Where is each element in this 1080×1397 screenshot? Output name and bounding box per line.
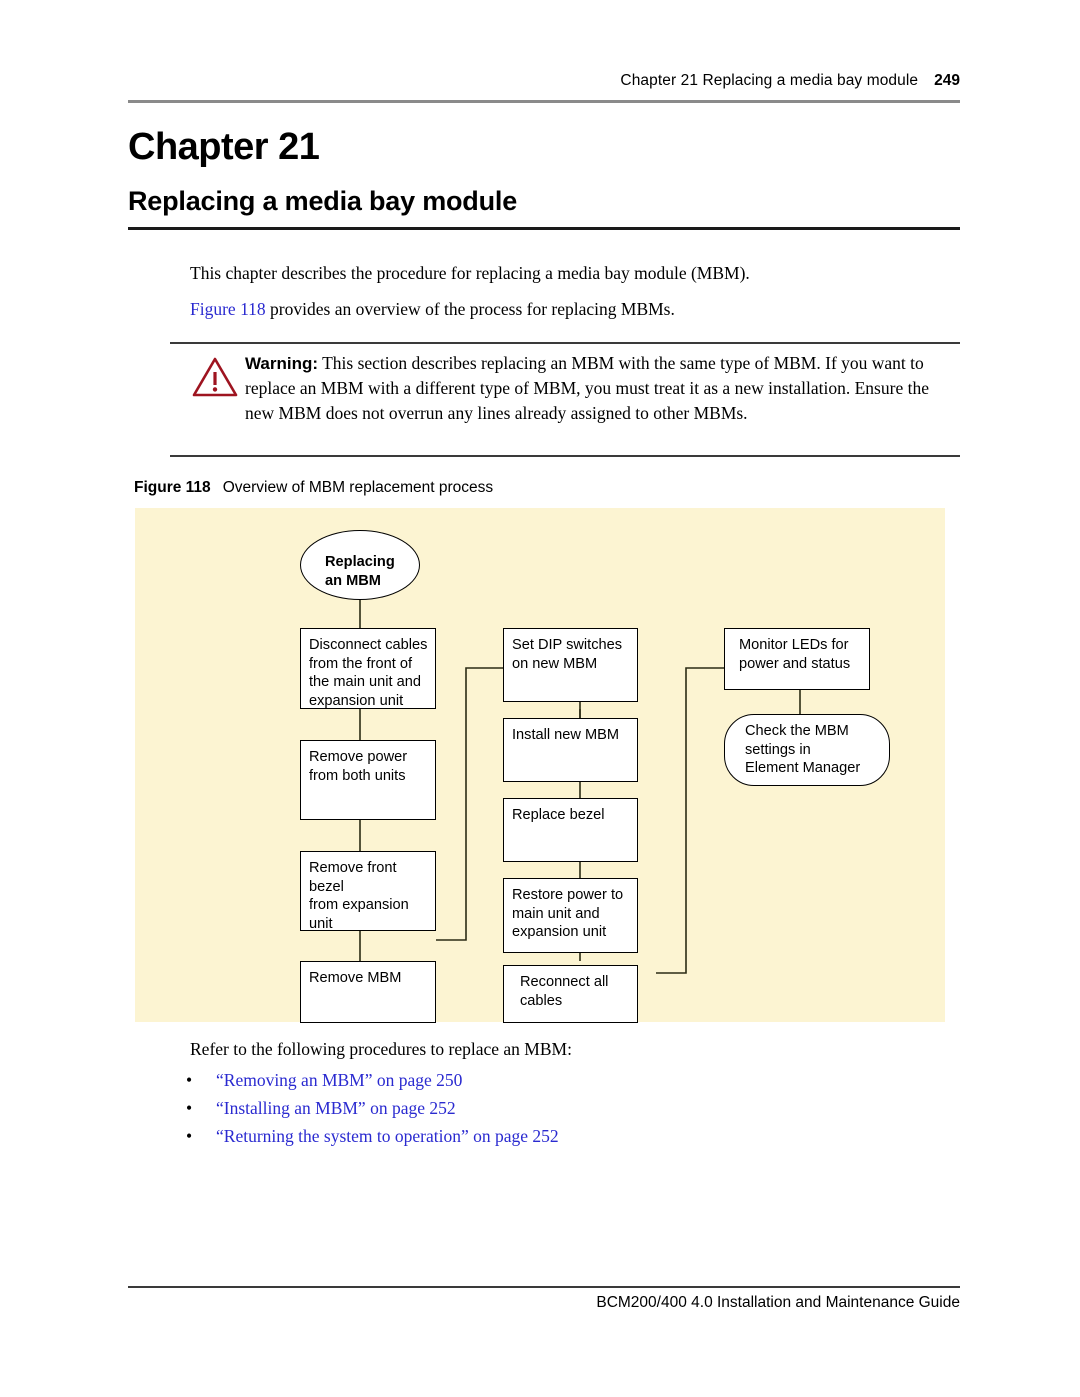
intro-paragraph-2-rest: provides an overview of the process for … — [265, 299, 675, 319]
warning-bottom-rule — [170, 455, 960, 457]
figure-caption: Figure 118 Overview of MBM replacement pr… — [134, 479, 493, 497]
flow-node-disconnect-cables[interactable]: Disconnect cables from the front of the … — [300, 628, 436, 709]
list-item[interactable]: • “Removing an MBM” on page 250 — [186, 1070, 956, 1091]
flow-node-set-dip-switches[interactable]: Set DIP switches on new MBM — [503, 628, 638, 702]
bullet-dot-icon: • — [186, 1070, 193, 1090]
figure-caption-text: Overview of MBM replacement process — [222, 479, 494, 496]
procedure-link-returning-system-to-operation[interactable]: “Returning the system to operation” on p… — [216, 1126, 559, 1146]
list-item[interactable]: • “Returning the system to operation” on … — [186, 1126, 956, 1147]
flow-node-reconnect-cables[interactable]: Reconnect all cables — [503, 965, 638, 1023]
warning-triangle-icon — [192, 356, 238, 398]
page-footer: BCM200/400 4.0 Installation and Maintena… — [596, 1294, 960, 1311]
flow-node-remove-front-bezel[interactable]: Remove front bezel from expansion unit — [300, 851, 436, 932]
flow-node-restore-power[interactable]: Restore power to main unit and expansion… — [503, 878, 638, 953]
warning-label: Warning: — [245, 354, 319, 373]
running-header: Chapter 21 Replacing a media bay module 2… — [128, 72, 960, 90]
chapter-number-heading: Chapter 21 — [128, 126, 320, 168]
flow-node-replace-bezel[interactable]: Replace bezel — [503, 798, 638, 862]
figure-cross-reference-link[interactable]: Figure 118 — [190, 299, 266, 319]
flow-node-install-new-mbm[interactable]: Install new MBM — [503, 718, 638, 782]
flow-node-remove-mbm[interactable]: Remove MBM — [300, 961, 436, 1023]
flow-node-monitor-leds[interactable]: Monitor LEDs for power and status — [724, 628, 870, 690]
flow-node-remove-power[interactable]: Remove power from both units — [300, 740, 436, 820]
warning-top-rule — [170, 342, 960, 344]
page-title: Replacing a media bay module — [128, 186, 518, 216]
title-divider-rule — [128, 227, 960, 230]
warning-message: Warning: This section describes replacin… — [245, 351, 960, 426]
procedure-link-installing-an-mbm[interactable]: “Installing an MBM” on page 252 — [216, 1098, 456, 1118]
flow-node-start[interactable]: Replacing an MBM — [300, 530, 420, 600]
bullet-dot-icon: • — [186, 1126, 193, 1146]
flow-node-check-mbm-settings[interactable]: Check the MBM settings in Element Manage… — [724, 714, 890, 786]
tail-paragraph: Refer to the following procedures to rep… — [190, 1039, 572, 1059]
figure-caption-label: Figure 118 — [134, 479, 211, 496]
intro-paragraph-2: Figure 118 provides an overview of the p… — [190, 298, 960, 321]
footer-divider-rule — [128, 1286, 960, 1288]
running-header-page-number: 249 — [934, 72, 960, 89]
list-item[interactable]: • “Installing an MBM” on page 252 — [186, 1098, 956, 1119]
bullet-dot-icon: • — [186, 1098, 193, 1118]
header-divider-rule — [128, 100, 960, 103]
warning-body-text: This section describes replacing an MBM … — [245, 353, 929, 423]
flowchart-figure: Replacing an MBM Disconnect cables from … — [135, 508, 945, 1023]
intro-paragraph-1: This chapter describes the procedure for… — [190, 263, 750, 283]
procedure-link-removing-an-mbm[interactable]: “Removing an MBM” on page 250 — [216, 1070, 462, 1090]
running-header-title: Chapter 21 Replacing a media bay module — [620, 72, 919, 89]
